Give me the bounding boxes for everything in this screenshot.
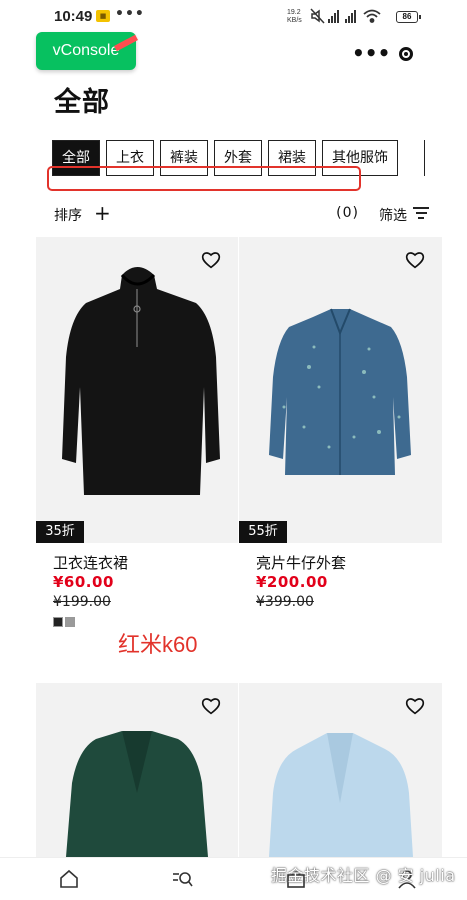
- mute-icon: [310, 8, 325, 24]
- search-icon[interactable]: [171, 868, 193, 890]
- network-speed: 19.2 KB/s: [287, 9, 302, 25]
- product-image[interactable]: [239, 683, 442, 857]
- product-price: ¥60.00: [53, 573, 114, 591]
- tab-overflow-edge: [424, 140, 428, 176]
- product-card[interactable]: 55折 亮片牛仔外套 ¥200.00 ¥399.00: [239, 237, 442, 627]
- hoodie-dress-image: [62, 267, 220, 495]
- vconsole-button[interactable]: vConsole: [36, 32, 139, 70]
- discount-badge: 55折: [239, 521, 287, 543]
- product-original-price: ¥399.00: [256, 594, 314, 610]
- vconsole-badge: [113, 34, 139, 52]
- filter-icon[interactable]: [413, 207, 429, 220]
- product-card[interactable]: [36, 683, 238, 857]
- app-notification-icon: ■: [96, 10, 110, 22]
- product-price: ¥200.00: [256, 573, 328, 591]
- device-annotation: 红米k60: [118, 632, 198, 657]
- filter-button[interactable]: 筛选: [379, 205, 407, 225]
- wifi-icon: [363, 9, 381, 23]
- network-speed-unit: KB/s: [287, 17, 302, 24]
- signal-icon: [328, 10, 356, 23]
- status-bar: 10:49 ■ ••• 19.2 KB/s 86: [0, 0, 467, 34]
- product-image[interactable]: [239, 237, 442, 543]
- product-card[interactable]: [239, 683, 442, 857]
- product-image[interactable]: [36, 237, 238, 543]
- network-speed-value: 19.2: [287, 9, 301, 16]
- vconsole-label: vConsole: [52, 42, 120, 59]
- page-title: 全部: [54, 87, 110, 118]
- more-notifications-icon: •••: [115, 6, 145, 22]
- sort-button[interactable]: 排序: [54, 205, 82, 225]
- annotation-highlight-box: [47, 166, 361, 191]
- heart-icon[interactable]: [201, 697, 221, 715]
- sort-filter-bar: 排序 + (0) 筛选: [54, 200, 429, 226]
- more-dots-icon[interactable]: •••: [352, 43, 390, 63]
- heart-icon[interactable]: [201, 251, 221, 269]
- product-image[interactable]: [36, 683, 238, 857]
- product-card[interactable]: 35折 卫衣连衣裙 ¥60.00 ¥199.00: [36, 237, 238, 627]
- product-original-price: ¥199.00: [53, 594, 111, 610]
- status-time: 10:49: [54, 8, 93, 25]
- discount-badge: 35折: [36, 521, 84, 543]
- target-close-icon[interactable]: [399, 47, 413, 61]
- sequin-denim-jacket-image: [269, 308, 411, 475]
- home-icon[interactable]: [58, 868, 80, 890]
- product-name[interactable]: 亮片牛仔外套: [256, 552, 346, 573]
- signal-wifi-icons: [310, 8, 381, 24]
- color-swatch-grey[interactable]: [65, 617, 75, 627]
- plus-icon[interactable]: +: [94, 203, 111, 223]
- heart-icon[interactable]: [405, 697, 425, 715]
- heart-icon[interactable]: [405, 251, 425, 269]
- filter-count: (0): [336, 205, 359, 221]
- battery-indicator: 86: [396, 11, 421, 23]
- miniprogram-capsule: •••: [335, 38, 431, 74]
- watermark-credit: 掘金技术社区 @ 安 julia: [271, 866, 456, 885]
- color-swatch-black[interactable]: [53, 617, 63, 627]
- product-name[interactable]: 卫衣连衣裙: [53, 552, 128, 573]
